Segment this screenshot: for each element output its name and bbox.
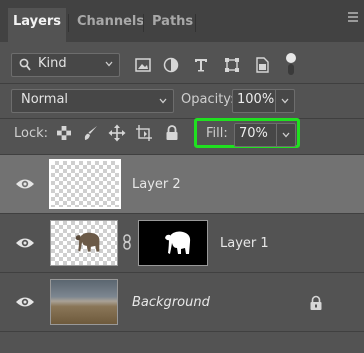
layer-row-background[interactable]: Background xyxy=(0,273,364,331)
blend-mode-value: Normal xyxy=(21,92,69,107)
lock-image-pixels-icon[interactable] xyxy=(82,124,100,142)
layer-name[interactable]: Layer 2 xyxy=(132,177,181,192)
opacity-value[interactable]: 100% xyxy=(237,92,274,107)
divider xyxy=(0,331,364,332)
chevron-down-icon xyxy=(282,132,290,138)
elephant-mask-icon xyxy=(165,231,191,254)
chevron-down-icon xyxy=(281,98,289,104)
tab-divider xyxy=(195,14,196,32)
layers-panel: Layers Channels Paths Kind Normal Opacit… xyxy=(0,0,364,353)
tab-divider xyxy=(143,14,144,32)
filter-kind-select[interactable]: Kind xyxy=(11,53,120,77)
fill-label: Fill: xyxy=(206,126,228,141)
lock-label: Lock: xyxy=(14,126,49,141)
chevron-down-icon xyxy=(105,61,113,67)
layer-mask-thumbnail[interactable] xyxy=(138,220,208,266)
tab-layers[interactable]: Layers xyxy=(8,8,66,42)
layer-thumbnail[interactable] xyxy=(50,279,118,325)
opacity-field[interactable]: 100% xyxy=(232,89,295,113)
layer-row-layer-1[interactable]: Layer 1 xyxy=(0,214,364,272)
divider xyxy=(0,83,364,84)
layer-name[interactable]: Background xyxy=(132,295,210,310)
lock-artboard-icon[interactable] xyxy=(135,124,153,142)
visibility-eye-icon[interactable] xyxy=(15,236,35,250)
visibility-eye-icon[interactable] xyxy=(15,295,35,309)
layer-name[interactable]: Layer 1 xyxy=(220,236,269,251)
tab-paths[interactable]: Paths xyxy=(152,8,193,42)
lock-position-icon[interactable] xyxy=(108,124,126,142)
opacity-label: Opacity: xyxy=(181,92,235,107)
blend-mode-select[interactable]: Normal xyxy=(11,89,174,113)
panel-menu-icon[interactable] xyxy=(348,12,358,14)
link-chain-icon[interactable] xyxy=(122,234,132,250)
lock-icon[interactable] xyxy=(309,295,323,311)
tab-channels[interactable]: Channels xyxy=(77,8,144,42)
filter-kind-label: Kind xyxy=(38,56,67,71)
lock-all-icon[interactable] xyxy=(163,124,181,142)
elephant-icon xyxy=(75,232,100,252)
fill-value[interactable]: 70% xyxy=(239,126,268,141)
smart-object-filter-icon[interactable] xyxy=(253,56,271,74)
type-layer-filter-icon[interactable] xyxy=(192,56,210,74)
fill-dropdown-button[interactable] xyxy=(276,124,295,146)
chevron-down-icon xyxy=(159,98,167,104)
shape-layer-filter-icon[interactable] xyxy=(223,56,241,74)
tab-divider xyxy=(68,14,69,32)
layer-thumbnail[interactable] xyxy=(50,220,118,266)
adjustment-layer-filter-icon[interactable] xyxy=(162,56,180,74)
panel-tab-bar: Layers Channels Paths xyxy=(0,0,364,42)
divider xyxy=(0,118,364,119)
fill-field[interactable]: 70% xyxy=(234,123,296,147)
pixel-layer-filter-icon[interactable] xyxy=(134,56,152,74)
opacity-dropdown-button[interactable] xyxy=(275,90,294,112)
search-icon xyxy=(19,58,31,71)
visibility-eye-icon[interactable] xyxy=(15,177,35,191)
filter-toggle-icon[interactable] xyxy=(282,52,300,76)
layer-row-layer-2[interactable]: Layer 2 xyxy=(0,155,364,213)
layer-thumbnail[interactable] xyxy=(49,159,121,209)
lock-transparent-pixels-icon[interactable] xyxy=(55,124,73,142)
